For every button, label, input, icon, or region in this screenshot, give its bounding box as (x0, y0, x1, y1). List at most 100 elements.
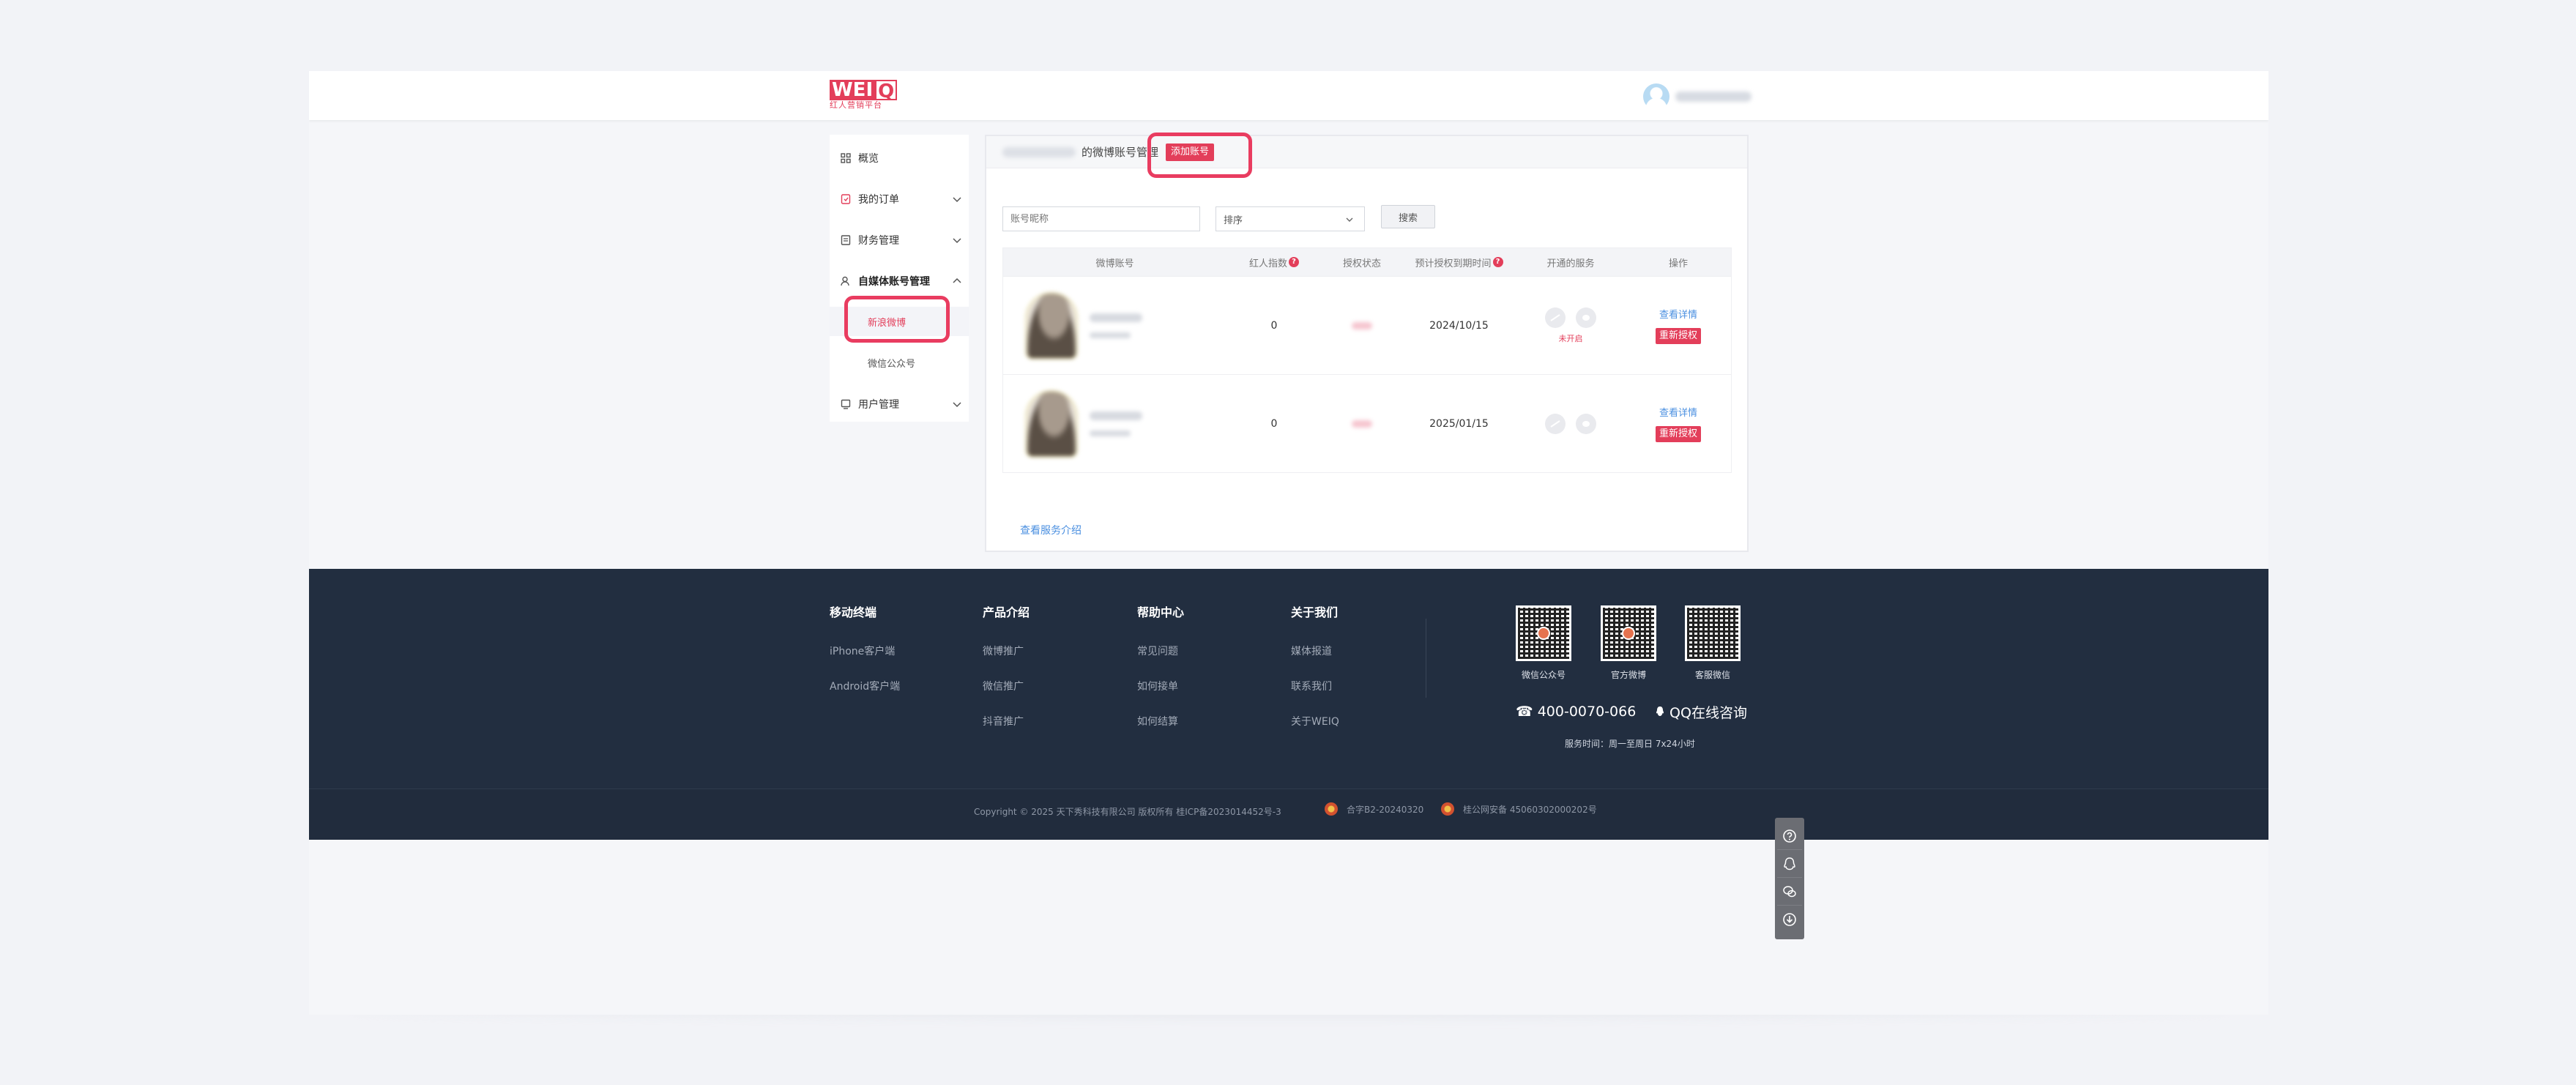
view-service-intro-link[interactable]: 查看服务介绍 (1020, 523, 1082, 537)
footer-col-title: 帮助中心 (1137, 605, 1185, 619)
help-icon[interactable]: ? (1289, 257, 1299, 267)
avatar[interactable] (1643, 83, 1669, 110)
footer-link[interactable]: Android客户端 (830, 679, 900, 693)
qq-consult-link[interactable]: QQ在线咨询 (1655, 702, 1747, 722)
weibo-service-icon[interactable] (1545, 307, 1566, 328)
view-details-link[interactable]: 查看详情 (1659, 405, 1697, 419)
auth-status-redacted (1352, 321, 1372, 329)
sidebar-subitem-wechat[interactable]: 微信公众号 (830, 348, 969, 377)
wechat-button[interactable] (1777, 878, 1802, 906)
order-icon (840, 193, 852, 205)
weibo-account-panel: 的微博账号管理 添加账号 排序 搜索 微博账号 红人指数? 授权状态 预计授权到… (985, 135, 1749, 552)
sidebar-sublabel: 微信公众号 (868, 358, 916, 370)
nickname-search-input[interactable] (1002, 206, 1200, 231)
sidebar-item-media-accounts[interactable]: 自媒体账号管理 (830, 266, 969, 296)
user-menu[interactable] (1643, 83, 1752, 110)
floating-toolbar (1775, 818, 1804, 939)
footer-col-help: 帮助中心 常见问题 如何接单 如何结算 (1137, 603, 1184, 749)
browser-page: WEI Q 红人营销平台 概览 我的订单 财务管理 自媒体账号管理 新浪微博 微… (309, 71, 2268, 1015)
services-cell (1516, 375, 1626, 472)
search-button[interactable]: 搜索 (1381, 205, 1435, 228)
footer-link[interactable]: 媒体报道 (1291, 644, 1339, 658)
highlight-box-weibo (844, 296, 950, 343)
chevron-down-icon (953, 402, 961, 408)
sidebar: 概览 我的订单 财务管理 自媒体账号管理 新浪微博 微信公众号 用户管理 (830, 135, 969, 422)
sidebar-item-overview[interactable]: 概览 (830, 143, 969, 173)
column-header-index: 红人指数? (1226, 256, 1322, 269)
table-row: 0 2025/01/15 查看详情 重新授权 (1002, 375, 1732, 473)
footer-link[interactable]: 微博推广 (983, 644, 1030, 658)
footer-col-title: 产品介绍 (983, 605, 1030, 619)
license-text: 合字B2-20240320 (1347, 804, 1424, 815)
account-cell (1003, 277, 1226, 374)
column-header: 微博账号 (1095, 258, 1134, 269)
grid-icon (840, 152, 852, 164)
comment-service-icon[interactable] (1576, 307, 1596, 328)
auth-status-cell (1322, 375, 1402, 472)
chevron-down-icon (1346, 217, 1353, 222)
footer-col-products: 产品介绍 微博推广 微信推广 抖音推广 (983, 603, 1030, 749)
footer-link[interactable]: iPhone客户端 (830, 644, 900, 658)
column-header: 开通的服务 (1546, 258, 1595, 269)
actions-cell: 查看详情 重新授权 (1626, 277, 1731, 374)
logo-we: WEI (830, 80, 876, 100)
qrcode-label: 微信公众号 (1521, 670, 1566, 680)
footer-link[interactable]: 抖音推广 (983, 714, 1030, 728)
actions-cell: 查看详情 重新授权 (1626, 375, 1731, 472)
chevron-down-icon (953, 238, 961, 244)
comment-service-icon[interactable] (1576, 413, 1596, 434)
reauthorize-button[interactable]: 重新授权 (1655, 328, 1701, 344)
sidebar-item-finance[interactable]: 财务管理 (830, 225, 969, 255)
footer-link[interactable]: 关于WEIQ (1291, 714, 1339, 728)
footer-link[interactable]: 联系我们 (1291, 679, 1339, 693)
sidebar-label: 我的订单 (858, 194, 899, 206)
weiq-logo[interactable]: WEI Q 红人营销平台 (830, 80, 898, 112)
footer-link[interactable]: 常见问题 (1137, 644, 1184, 658)
account-avatar (1025, 389, 1078, 458)
download-button[interactable] (1777, 906, 1802, 933)
police-badge[interactable]: 桂公网安备 45060302000202号 (1441, 802, 1597, 816)
footer-col-title: 移动终端 (830, 605, 877, 619)
footer-col-mobile: 移动终端 iPhone客户端 Android客户端 (830, 603, 900, 714)
account-cell (1003, 375, 1226, 472)
influence-index: 0 (1270, 417, 1278, 430)
account-owner-redacted (1002, 146, 1076, 157)
sort-select-value: 排序 (1224, 215, 1243, 226)
sidebar-item-orders[interactable]: 我的订单 (830, 184, 969, 214)
sidebar-label: 财务管理 (858, 235, 899, 247)
column-header: 操作 (1668, 258, 1688, 269)
footer-col-about: 关于我们 媒体报道 联系我们 关于WEIQ (1291, 603, 1339, 749)
sort-select[interactable]: 排序 (1216, 206, 1365, 231)
chevron-up-icon (953, 277, 961, 283)
copyright-text: Copyright © 2025 天下秀科技有限公司 版权所有 桂ICP备202… (974, 807, 1281, 817)
site-footer: 移动终端 iPhone客户端 Android客户端 产品介绍 微博推广 微信推广… (309, 569, 2268, 840)
panel-header: 的微博账号管理 添加账号 (986, 136, 1747, 168)
view-details-link[interactable]: 查看详情 (1659, 307, 1697, 321)
account-name-redacted (1090, 313, 1142, 322)
auth-status-redacted (1352, 420, 1372, 428)
finance-icon (840, 234, 852, 246)
footer-link[interactable]: 如何接单 (1137, 679, 1184, 693)
qq-consult-label: QQ在线咨询 (1669, 705, 1747, 721)
qq-icon (1656, 706, 1664, 716)
expiry-date: 2024/10/15 (1429, 319, 1489, 332)
help-icon[interactable]: ? (1492, 257, 1503, 267)
reauthorize-button[interactable]: 重新授权 (1655, 426, 1701, 442)
help-button[interactable] (1777, 822, 1802, 850)
column-header-label: 红人指数 (1248, 258, 1287, 269)
license-text: 桂公网安备 45060302000202号 (1463, 804, 1597, 815)
sidebar-label: 概览 (858, 153, 879, 165)
top-header: WEI Q 红人营销平台 (309, 71, 2268, 120)
qq-button[interactable] (1777, 850, 1802, 878)
footer-link[interactable]: 微信推广 (983, 679, 1030, 693)
sidebar-item-users[interactable]: 用户管理 (830, 389, 969, 419)
qq-icon (1784, 857, 1795, 870)
license-badge[interactable]: 合字B2-20240320 (1325, 802, 1423, 816)
weibo-service-icon[interactable] (1545, 413, 1566, 434)
expiry-date: 2025/01/15 (1429, 417, 1489, 430)
phone-number: ☎ 400-0070-066 (1516, 704, 1637, 720)
footer-link[interactable]: 如何结算 (1137, 714, 1184, 728)
accounts-table: 微博账号 红人指数? 授权状态 预计授权到期时间? 开通的服务 操作 0 202… (1002, 247, 1732, 473)
sidebar-label: 用户管理 (858, 399, 899, 411)
account-name-redacted (1090, 411, 1142, 420)
